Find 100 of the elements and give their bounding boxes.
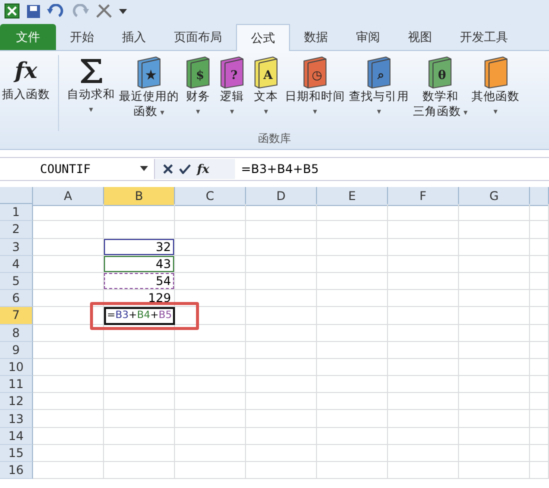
grid-cell <box>530 204 549 222</box>
grid-cell <box>33 358 104 376</box>
grid-cell <box>246 256 317 273</box>
grid-cell <box>246 444 317 462</box>
grid-cell <box>317 393 388 410</box>
grid-cell <box>459 428 530 445</box>
grid-cell <box>104 393 175 410</box>
grid-cell <box>246 358 317 376</box>
ribbon-button[interactable]: ? 逻辑 ▾ <box>215 55 249 119</box>
ribbon-button[interactable]: 其他函数 ▾ <box>470 55 522 119</box>
grid-cell <box>459 376 530 394</box>
file-tab[interactable]: 文件 <box>0 24 56 50</box>
row-header[interactable]: 11 <box>0 376 33 394</box>
column-header[interactable]: C <box>175 187 246 206</box>
grid-cell <box>104 410 175 428</box>
row-header[interactable]: 13 <box>0 410 33 428</box>
row-header[interactable]: 15 <box>0 444 33 462</box>
grid-cell <box>388 324 459 342</box>
grid-cell <box>246 307 317 324</box>
row-header[interactable]: 10 <box>0 358 33 376</box>
row-header[interactable]: 12 <box>0 393 33 410</box>
insert-function-button[interactable]: fx <box>197 163 210 175</box>
row-header[interactable]: 16 <box>0 462 33 480</box>
ribbon-button[interactable]: θ 数学和 三角函数 ▾ <box>411 55 470 120</box>
ribbon-tab[interactable]: 插入 <box>108 24 160 50</box>
row-header[interactable]: 1 <box>0 204 33 222</box>
customize-caret-icon[interactable] <box>119 7 127 15</box>
grid-cell <box>388 428 459 445</box>
ribbon-tab[interactable]: 视图 <box>394 24 446 50</box>
column-header[interactable]: F <box>388 187 459 206</box>
ribbon-tab[interactable]: 页面布局 <box>160 24 236 50</box>
grid-cell <box>388 290 459 308</box>
grid-cell <box>459 342 530 359</box>
caret-icon <box>140 166 148 172</box>
ribbon-button[interactable]: ⌕ 查找与引用 ▾ <box>347 55 411 119</box>
grid-cell <box>317 462 388 480</box>
check-icon[interactable] <box>179 164 191 174</box>
grid-cell <box>33 462 104 480</box>
ribbon-button[interactable]: ★ 最近使用的 函数 ▾ <box>117 55 181 120</box>
ribbon-tab[interactable]: 开发工具 <box>446 24 522 50</box>
column-header[interactable]: D <box>246 187 317 206</box>
grid-cell <box>33 204 104 222</box>
caret-icon: ▾ <box>158 108 164 117</box>
row-header[interactable]: 7 <box>0 307 33 324</box>
grid-cell <box>33 221 104 239</box>
ribbon-tab[interactable]: 数据 <box>290 24 342 50</box>
grid-cell <box>530 221 549 239</box>
row-header[interactable]: 3 <box>0 238 33 256</box>
row-header[interactable]: 4 <box>0 256 33 273</box>
caret-icon: ▾ <box>461 108 468 117</box>
grid-cell <box>33 272 104 290</box>
ribbon-button[interactable]: A 文本 ▾ <box>249 55 283 119</box>
ribbon-tab[interactable]: 审阅 <box>342 24 394 50</box>
ribbon-button[interactable]: $ 财务 ▾ <box>181 55 215 119</box>
row-header[interactable]: 8 <box>0 324 33 342</box>
grid-cell <box>175 428 246 445</box>
grid-cell <box>246 324 317 342</box>
grid-cell <box>317 272 388 290</box>
column-header[interactable]: G <box>459 187 530 206</box>
ribbon-button[interactable]: ◷ 日期和时间 ▾ <box>283 55 347 119</box>
column-header[interactable]: B <box>104 187 175 206</box>
function-icon: fx <box>14 55 38 87</box>
ribbon-button[interactable]: fx 插入函数 <box>0 55 52 102</box>
grid-cell <box>175 221 246 239</box>
grid-cell <box>530 324 549 342</box>
column-header[interactable]: A <box>33 187 104 206</box>
grid-cell <box>175 324 246 342</box>
ribbon-tab[interactable]: 公式 <box>236 24 290 51</box>
grid-cell <box>246 272 317 290</box>
grid-cell <box>317 410 388 428</box>
grid-cell <box>246 290 317 308</box>
cancel-icon[interactable] <box>163 164 173 174</box>
grid-cell <box>104 204 175 222</box>
editing-cell[interactable]: =B3+B4+B5 <box>104 307 175 324</box>
grid-cell <box>33 307 104 324</box>
grid-cell <box>530 272 549 290</box>
grid-cell <box>388 358 459 376</box>
grid-cell <box>317 307 388 324</box>
grid-cell <box>33 428 104 445</box>
row-header[interactable]: 5 <box>0 272 33 290</box>
column-header[interactable]: E <box>317 187 388 206</box>
ribbon-button[interactable]: 自动求和 ▾ <box>65 55 117 117</box>
ribbon-tab[interactable]: 开始 <box>56 24 108 50</box>
row-header[interactable]: 14 <box>0 428 33 445</box>
grid-cell <box>317 221 388 239</box>
row-header[interactable]: 9 <box>0 342 33 359</box>
undo-icon[interactable] <box>47 4 65 18</box>
grid-cell <box>317 358 388 376</box>
grid-cell <box>530 444 549 462</box>
table-cell: 129 <box>104 290 175 308</box>
save-icon[interactable] <box>26 4 41 18</box>
grid-cell <box>246 410 317 428</box>
row-header[interactable]: 6 <box>0 290 33 308</box>
grid-cell <box>33 393 104 410</box>
row-header[interactable]: 2 <box>0 221 33 239</box>
grid-cell <box>175 410 246 428</box>
caret-icon: ▾ <box>88 102 93 117</box>
grid-cell <box>459 307 530 324</box>
spreadsheet-app-icon[interactable] <box>4 3 20 19</box>
grid-cell <box>246 238 317 256</box>
